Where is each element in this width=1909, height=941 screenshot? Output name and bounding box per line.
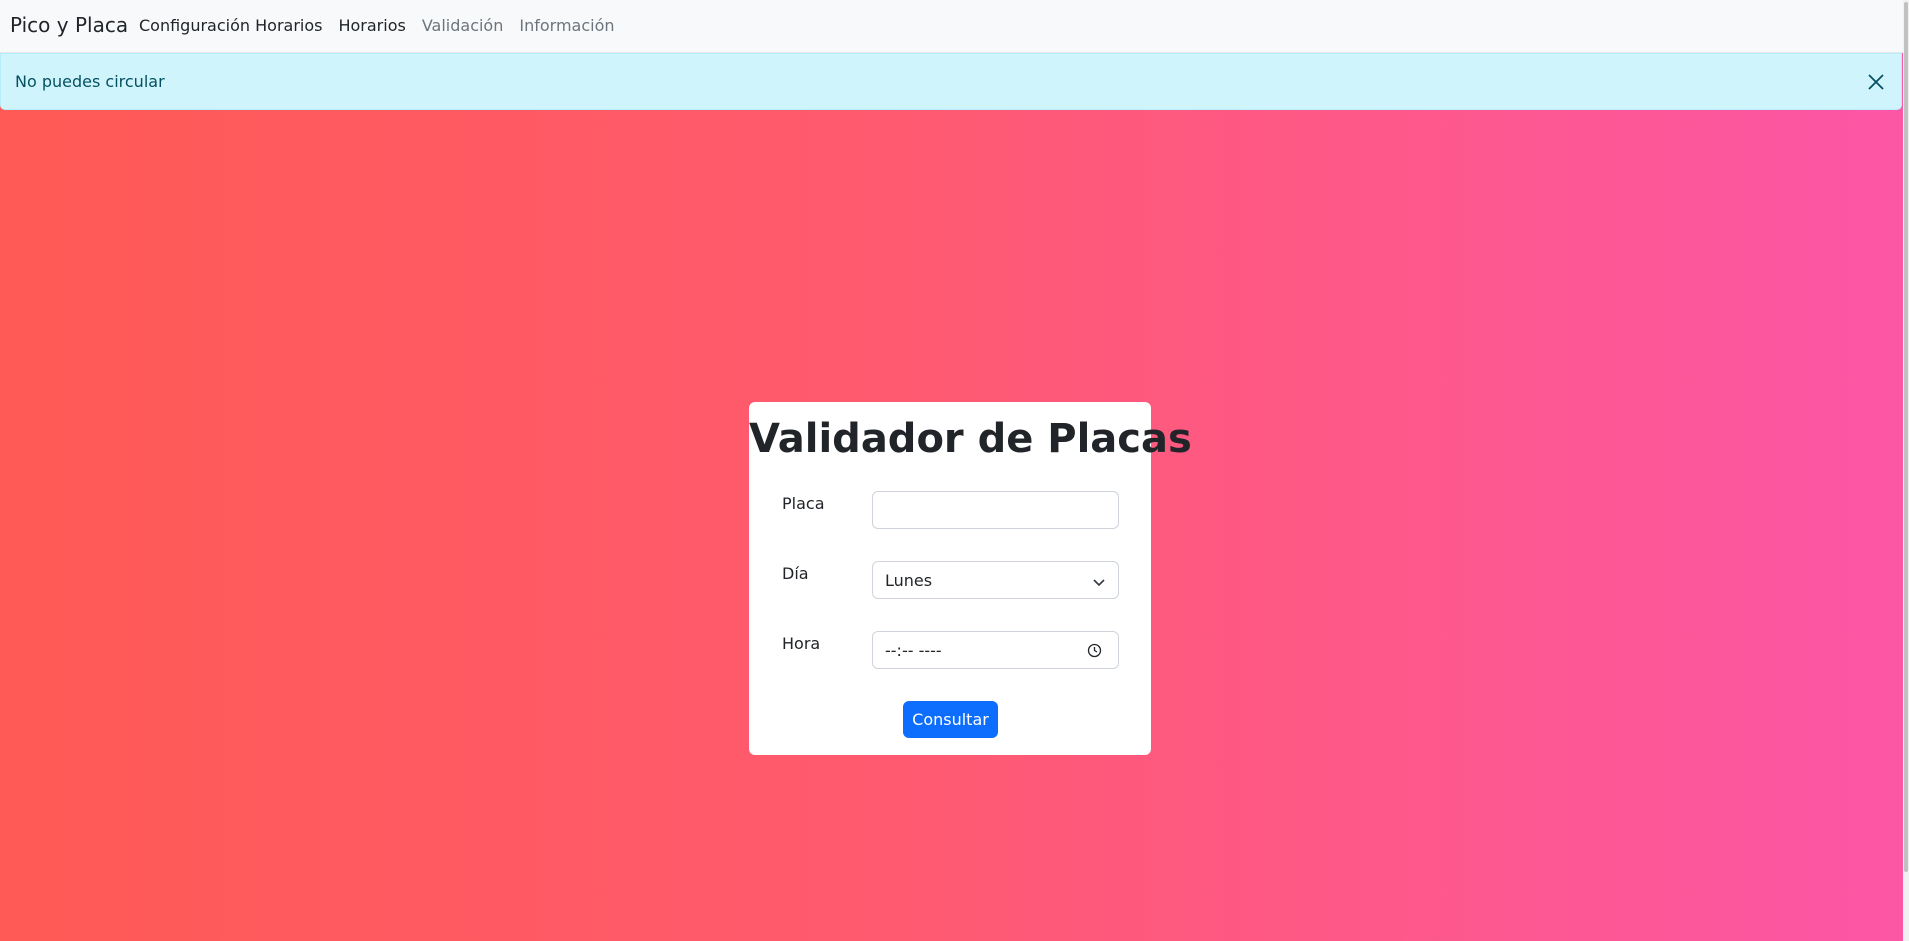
alert-message: No puedes circular: [15, 72, 165, 91]
hora-value: --:-- ----: [885, 641, 942, 660]
card-title: Validador de Placas: [749, 416, 1192, 462]
dia-select[interactable]: Lunes: [872, 561, 1119, 599]
hora-label: Hora: [782, 634, 821, 653]
navbar-brand[interactable]: Pico y Placa: [10, 13, 128, 37]
nav-links: Configuración Horarios Horarios Validaci…: [139, 16, 631, 35]
close-icon[interactable]: [1865, 71, 1887, 93]
chevron-down-icon: [1092, 574, 1106, 587]
nav-link-horarios[interactable]: Horarios: [338, 16, 405, 35]
placa-label: Placa: [782, 494, 825, 513]
nav-link-configuracion-horarios[interactable]: Configuración Horarios: [139, 16, 322, 35]
clock-icon[interactable]: [1087, 643, 1102, 658]
dia-label: Día: [782, 564, 809, 583]
placa-input[interactable]: [872, 491, 1119, 529]
nav-link-informacion[interactable]: Información: [519, 16, 614, 35]
nav-link-validacion[interactable]: Validación: [422, 16, 504, 35]
scrollbar-thumb[interactable]: [1904, 2, 1908, 872]
dia-selected-value: Lunes: [885, 571, 933, 590]
alert-info: No puedes circular: [0, 53, 1902, 110]
navbar: Pico y Placa Configuración Horarios Hora…: [0, 0, 1903, 53]
consultar-button[interactable]: Consultar: [903, 701, 998, 738]
validator-card: Validador de Placas Placa Día Lunes Hora…: [749, 402, 1192, 755]
hora-input[interactable]: --:-- ----: [872, 631, 1119, 669]
